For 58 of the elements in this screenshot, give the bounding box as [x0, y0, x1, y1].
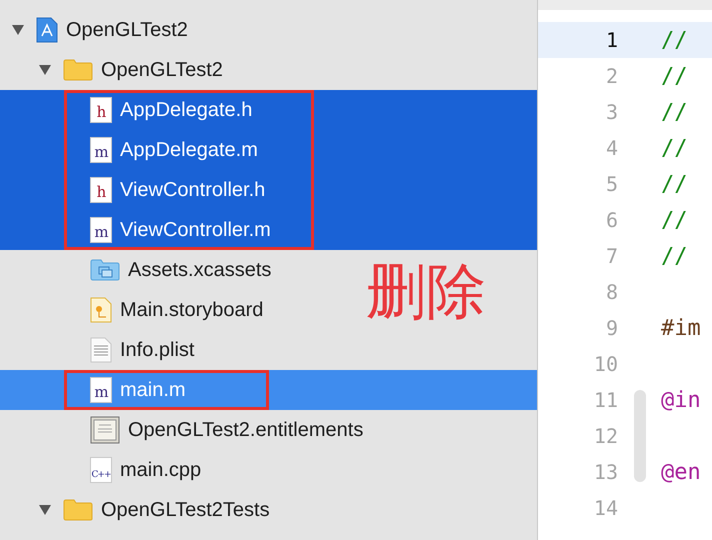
- certificate-icon: [90, 416, 120, 444]
- code-text: //: [661, 170, 688, 198]
- source-file-icon: C++: [90, 457, 112, 483]
- storyboard-file-icon: [90, 297, 112, 323]
- source-file-icon: h: [90, 177, 112, 203]
- file-name[interactable]: OpenGLTest2.entitlements: [128, 415, 364, 445]
- code-text: //: [661, 26, 688, 54]
- selected-row[interactable]: m ViewController.m: [0, 210, 537, 250]
- disclosure-triangle-icon[interactable]: [38, 64, 52, 76]
- file-name[interactable]: main.cpp: [120, 455, 202, 485]
- file-name[interactable]: OpenGLTest2: [66, 15, 188, 45]
- line-number: 6: [604, 207, 618, 234]
- folder-icon: [90, 259, 120, 281]
- code-text: //: [661, 98, 688, 126]
- file-name[interactable]: OpenGLTest2Tests: [101, 495, 270, 525]
- code-text: #im: [661, 314, 701, 342]
- line-number: 11: [592, 387, 618, 414]
- disclosure-triangle-icon[interactable]: [38, 504, 52, 516]
- selected-row[interactable]: m AppDelegate.m: [0, 130, 537, 170]
- line-number: 5: [604, 171, 618, 198]
- file-name[interactable]: ViewController.h: [120, 175, 266, 205]
- line-number: 13: [592, 459, 618, 486]
- folder-icon: [63, 59, 93, 81]
- line-number: 12: [592, 423, 618, 450]
- line-number: 4: [604, 135, 618, 162]
- file-name[interactable]: Info.plist: [120, 335, 194, 365]
- line-number: 8: [604, 279, 618, 306]
- line-number: 1: [604, 27, 618, 54]
- selected-row[interactable]: h AppDelegate.h: [0, 90, 537, 130]
- folder-icon: [63, 499, 93, 521]
- selected-row[interactable]: m main.m: [0, 370, 537, 410]
- code-text: //: [661, 134, 688, 162]
- annotation-label: 删除: [366, 262, 486, 322]
- file-name[interactable]: AppDelegate.h: [120, 95, 252, 125]
- line-number: 9: [604, 315, 618, 342]
- source-file-icon: h: [90, 97, 112, 123]
- line-number: 7: [604, 243, 618, 270]
- file-name[interactable]: Main.storyboard: [120, 295, 264, 325]
- project-icon: [36, 17, 58, 43]
- code-text: //: [661, 206, 688, 234]
- disclosure-triangle-icon[interactable]: [11, 24, 25, 36]
- source-file-icon: m: [90, 137, 112, 163]
- line-number: 2: [604, 63, 618, 90]
- line-number: 14: [592, 495, 618, 522]
- code-text: @en: [661, 458, 701, 486]
- selected-row[interactable]: h ViewController.h: [0, 170, 537, 210]
- source-file-icon: m: [90, 217, 112, 243]
- code-text: //: [661, 62, 688, 90]
- plist-file-icon: [90, 337, 112, 363]
- code-text: @in: [661, 386, 701, 414]
- file-name[interactable]: AppDelegate.m: [120, 135, 258, 165]
- code-text: //: [661, 242, 688, 270]
- file-name[interactable]: Assets.xcassets: [128, 255, 272, 285]
- line-number: 3: [604, 99, 618, 126]
- line-number: 10: [592, 351, 618, 378]
- file-name[interactable]: ViewController.m: [120, 215, 271, 245]
- source-file-icon: m: [90, 377, 112, 403]
- file-name[interactable]: OpenGLTest2: [101, 55, 223, 85]
